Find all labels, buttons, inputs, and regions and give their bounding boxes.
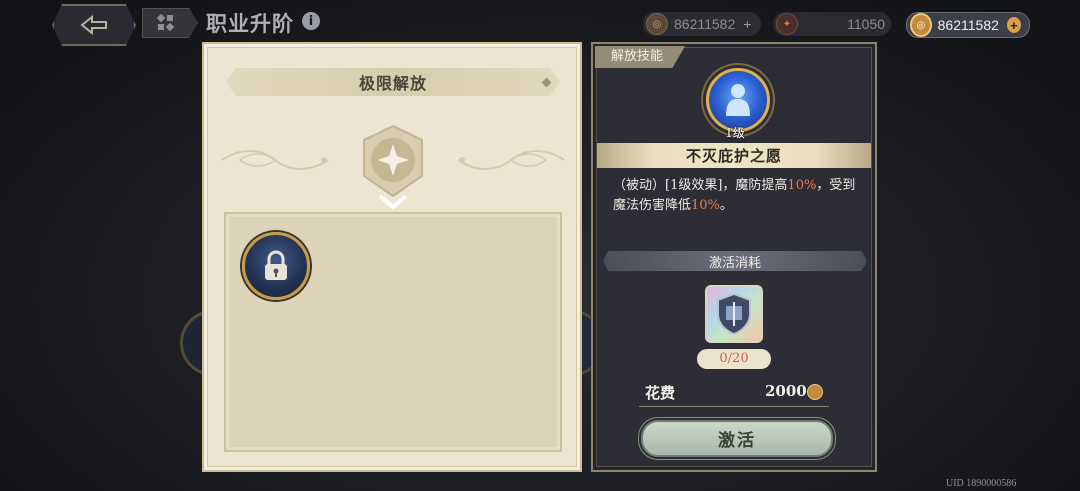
star-emblem-icon (363, 124, 423, 198)
currency-gold-dim[interactable]: ◎ 86211582 + (643, 12, 761, 36)
grid-menu-icon (157, 14, 175, 32)
divider (639, 406, 829, 407)
currency-value: 86211582 (674, 16, 736, 32)
locked-skill-slot[interactable] (242, 232, 310, 300)
back-arrow-icon (80, 14, 107, 36)
gold-coin-icon: ◎ (646, 13, 668, 35)
activate-button[interactable]: 激活 (641, 420, 833, 457)
currency-star-shard[interactable]: ✦ 11050 (773, 12, 891, 36)
limit-release-panel: 极限解放 (202, 42, 582, 472)
menu-button[interactable] (142, 8, 198, 38)
gold-coin-icon: ◎ (910, 13, 932, 37)
flourish-left-icon (221, 150, 329, 170)
star-shard-icon: ✦ (776, 13, 798, 35)
desc-text: （被动）[1级效果]，魔防提高 (613, 178, 788, 193)
chevron-down-icon[interactable] (378, 194, 408, 210)
item-count: 0/20 (697, 349, 771, 369)
gold-coin-icon (807, 384, 823, 400)
price-label: 花费 (645, 384, 676, 402)
cost-item[interactable] (705, 285, 763, 343)
back-button[interactable] (52, 4, 136, 46)
page-title: 职业升阶 (206, 11, 294, 36)
desc-highlight: 10% (787, 178, 817, 193)
skill-icon[interactable] (706, 68, 770, 132)
skill-level: 1级 (725, 126, 745, 140)
add-gold-button[interactable]: + (743, 16, 751, 32)
currency-gold[interactable]: ◎ 86211582 + (906, 12, 1030, 38)
skill-description: （被动）[1级效果]，魔防提高10%，受到魔法伤害降低10%。 (613, 176, 863, 216)
currency-value: 86211582 (937, 17, 999, 33)
lock-icon (265, 250, 287, 280)
add-gold-button[interactable]: + (1006, 17, 1021, 33)
flourish-right-icon (457, 150, 565, 170)
release-skill-tag: 解放技能 (595, 46, 686, 68)
skill-slot-area (224, 212, 562, 452)
price-value: 2000 (765, 382, 807, 400)
desc-text: 。 (719, 198, 733, 213)
skill-detail-panel: 解放技能 1级 不灭庇护之愿 （被动）[1级效果]，魔防提高10%，受到魔法伤害… (591, 42, 877, 472)
activation-cost-title: 激活消耗 (603, 251, 867, 271)
panel-title: 极限解放 (226, 68, 560, 96)
shield-badge-icon (717, 292, 751, 336)
currency-value: 11050 (847, 16, 885, 32)
desc-highlight: 10% (691, 198, 720, 213)
guardian-figure-icon (726, 84, 750, 116)
skill-name: 不灭庇护之愿 (597, 143, 871, 168)
user-id: UID 1890000586 (946, 478, 1017, 489)
info-icon[interactable]: i (302, 12, 320, 30)
